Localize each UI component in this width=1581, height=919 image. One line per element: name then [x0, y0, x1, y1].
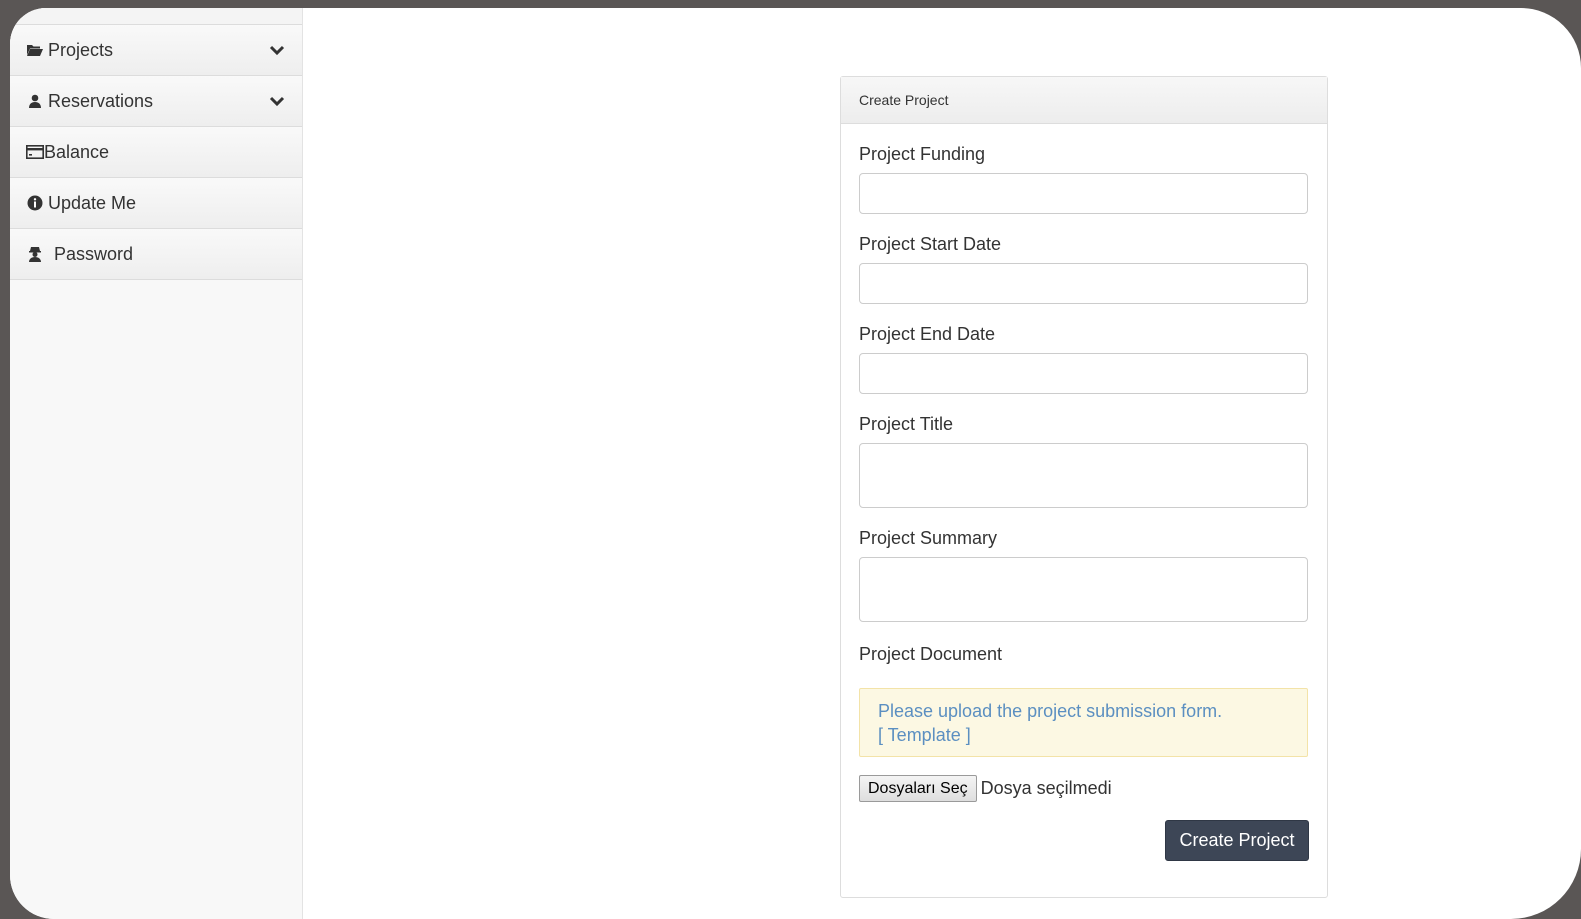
create-project-panel: Create Project Project Funding Project S…: [840, 76, 1328, 898]
sidebar-item-label: Balance: [44, 141, 110, 162]
funding-input[interactable]: [859, 173, 1308, 214]
submit-row: Create Project: [859, 820, 1309, 861]
choose-files-button[interactable]: Dosyaları Seç: [859, 775, 977, 802]
start-date-input[interactable]: [859, 263, 1308, 304]
sidebar: Projects Reservations Balance Update Me …: [10, 8, 303, 919]
file-chooser: Dosyaları Seç Dosya seçilmedi: [859, 775, 1309, 802]
end-date-input[interactable]: [859, 353, 1308, 394]
sidebar-item-password[interactable]: Password: [10, 229, 302, 280]
title-textarea[interactable]: [859, 443, 1308, 508]
app-window: Projects Reservations Balance Update Me …: [10, 8, 1581, 919]
sidebar-item-reservations[interactable]: Reservations: [10, 76, 302, 127]
credit-card-icon: [26, 143, 44, 161]
sidebar-item-balance[interactable]: Balance: [10, 127, 302, 178]
sidebar-item-label: Password: [54, 243, 134, 264]
sidebar-item-label: Projects: [48, 39, 114, 60]
create-project-button[interactable]: Create Project: [1165, 820, 1309, 861]
chevron-down-icon[interactable]: [268, 92, 286, 110]
form-group-end-date: Project End Date: [859, 323, 1309, 394]
sidebar-item-label: Reservations: [48, 90, 154, 111]
file-status: Dosya seçilmedi: [980, 778, 1112, 798]
panel-body: Project Funding Project Start Date Proje…: [841, 143, 1327, 861]
funding-label: Project Funding: [859, 144, 986, 164]
upload-notice: Please upload the project submission for…: [859, 688, 1308, 757]
start-date-label: Project Start Date: [859, 234, 1002, 254]
sidebar-item-update-me[interactable]: Update Me: [10, 178, 302, 229]
form-group-summary: Project Summary: [859, 527, 1309, 622]
document-label: Project Document: [859, 644, 1003, 664]
title-label: Project Title: [859, 414, 954, 434]
chevron-down-icon[interactable]: [268, 41, 286, 59]
end-date-label: Project End Date: [859, 324, 996, 344]
summary-textarea[interactable]: [859, 557, 1308, 622]
panel-heading: Create Project: [841, 77, 1327, 124]
info-circle-icon: [26, 194, 44, 212]
sidebar-item-label: Update Me: [48, 192, 137, 213]
form-group-document: Project Document Please upload the proje…: [859, 643, 1309, 802]
user-icon: [26, 92, 44, 110]
folder-open-icon: [26, 41, 44, 59]
summary-label: Project Summary: [859, 528, 998, 548]
user-secret-icon: [26, 245, 44, 263]
sidebar-item-projects[interactable]: Projects: [10, 25, 302, 76]
form-group-funding: Project Funding: [859, 143, 1309, 214]
sidebar-top-edge: [10, 8, 302, 25]
template-link[interactable]: [ Template ]: [878, 723, 1289, 747]
upload-notice-text: Please upload the project submission for…: [878, 701, 1223, 721]
form-group-start-date: Project Start Date: [859, 233, 1309, 304]
form-group-title: Project Title: [859, 413, 1309, 508]
